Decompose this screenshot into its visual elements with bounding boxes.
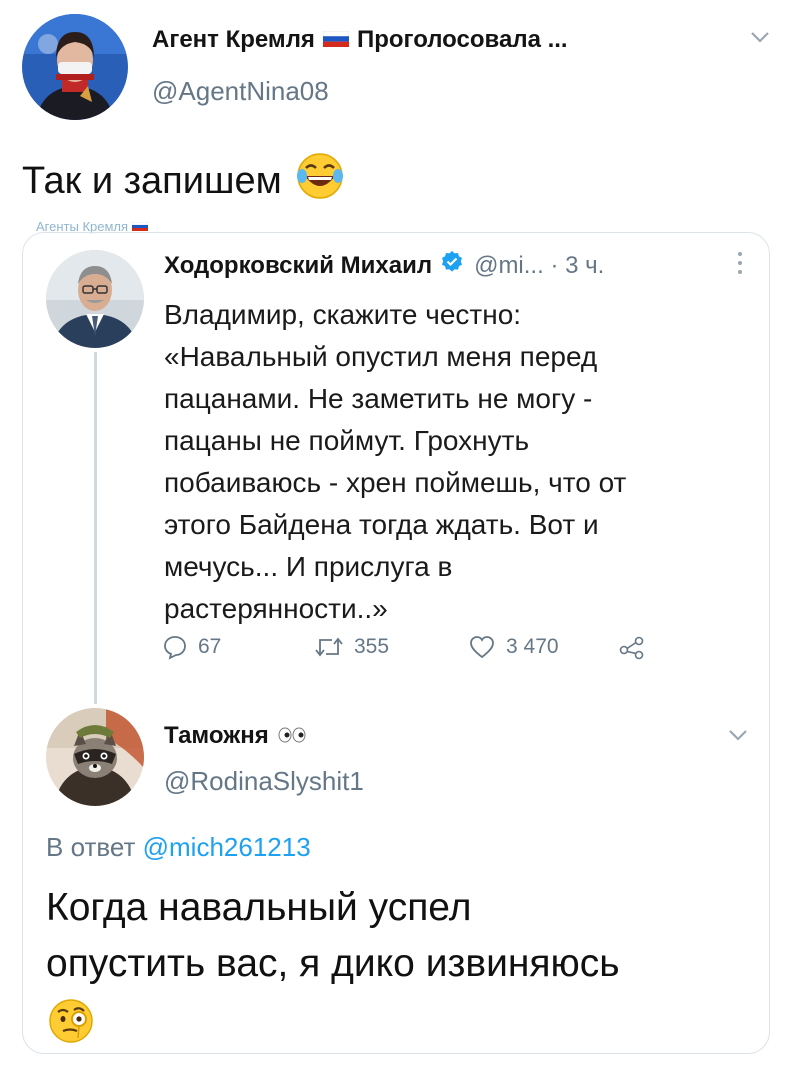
- russian-flag-icon: [322, 26, 350, 54]
- quoted-tweet-header[interactable]: Ходорковский Михаил @mi... · 3 ч.: [164, 250, 604, 281]
- quoted-author-name[interactable]: Ходорковский Михаил: [164, 252, 432, 280]
- quoted-tweet-line: побаиваюсь - хрен поймешь, что от: [164, 467, 627, 498]
- monocle-face-emoji-icon: [48, 998, 94, 1049]
- tweet-text-content: Так и запишем: [22, 159, 282, 202]
- verified-badge-icon: [440, 250, 464, 281]
- like-count: 3 470: [506, 635, 559, 658]
- share-button[interactable]: [618, 634, 656, 660]
- reply-author-handle[interactable]: @RodinaSlyshit1: [164, 766, 364, 797]
- quoted-tweet-text: Владимир, скажите честно: «Навальный опу…: [164, 294, 724, 630]
- more-options-icon[interactable]: [736, 250, 744, 281]
- thread-connector-line: [94, 352, 97, 704]
- reply-context: В ответ @mich261213: [46, 832, 311, 863]
- author-name-text: Агент Кремля: [152, 26, 315, 53]
- author-name[interactable]: Агент Кремля Проголосовала ...: [152, 26, 568, 54]
- quoted-author-avatar[interactable]: [46, 250, 144, 348]
- like-button[interactable]: 3 470: [468, 634, 559, 660]
- author-name-suffix: Проголосовала ...: [356, 26, 568, 53]
- retweet-count: 355: [354, 635, 390, 658]
- quoted-tweet-line: пацанами. Не заметить не могу -: [164, 383, 593, 414]
- quoted-tweet-line: пацаны не поймут. Грохнуть: [164, 425, 530, 456]
- reply-author-name-text: Таможня: [164, 722, 269, 749]
- retweet-icon: [315, 637, 343, 657]
- tweet-text: Так и запишем: [22, 152, 344, 210]
- quoted-tweet-line: этого Байдена тогда ждать. Вот и: [164, 509, 599, 540]
- reply-mention-link[interactable]: @mich261213: [143, 832, 311, 862]
- reply-text-line: Когда навальный успел: [46, 886, 472, 929]
- quoted-tweet-line: растерянности..»: [164, 593, 388, 624]
- author-avatar[interactable]: [22, 14, 128, 120]
- reply-text: Когда навальный успел опустить вас, я ди…: [46, 880, 766, 992]
- quoted-tweet-meta: @mi... · 3 ч.: [474, 251, 605, 279]
- eyes-emoji-icon: [277, 722, 307, 750]
- laughing-tears-emoji-icon: [296, 152, 344, 210]
- quoted-tweet-line: Владимир, скажите честно:: [164, 299, 522, 330]
- heart-icon: [470, 636, 494, 659]
- reply-menu-chevron-icon[interactable]: [728, 728, 748, 747]
- reply-text-line: опустить вас, я дико извиняюсь: [46, 942, 620, 985]
- share-icon: [619, 636, 644, 660]
- author-handle[interactable]: @AgentNina08: [152, 76, 329, 107]
- quoted-tweet-line: мечусь... И прислуга в: [164, 551, 453, 582]
- reply-icon: [164, 636, 186, 660]
- retweet-button[interactable]: 355: [314, 634, 389, 660]
- quoted-tweet-line: «Навальный опустил меня перед: [164, 341, 598, 372]
- reply-prefix: В ответ: [46, 832, 136, 862]
- reply-author-avatar[interactable]: [46, 708, 144, 806]
- reply-button[interactable]: 67: [162, 634, 221, 660]
- tweet-menu-chevron-icon[interactable]: [750, 30, 770, 49]
- reply-count: 67: [198, 635, 222, 658]
- reply-author-name[interactable]: Таможня: [164, 722, 307, 750]
